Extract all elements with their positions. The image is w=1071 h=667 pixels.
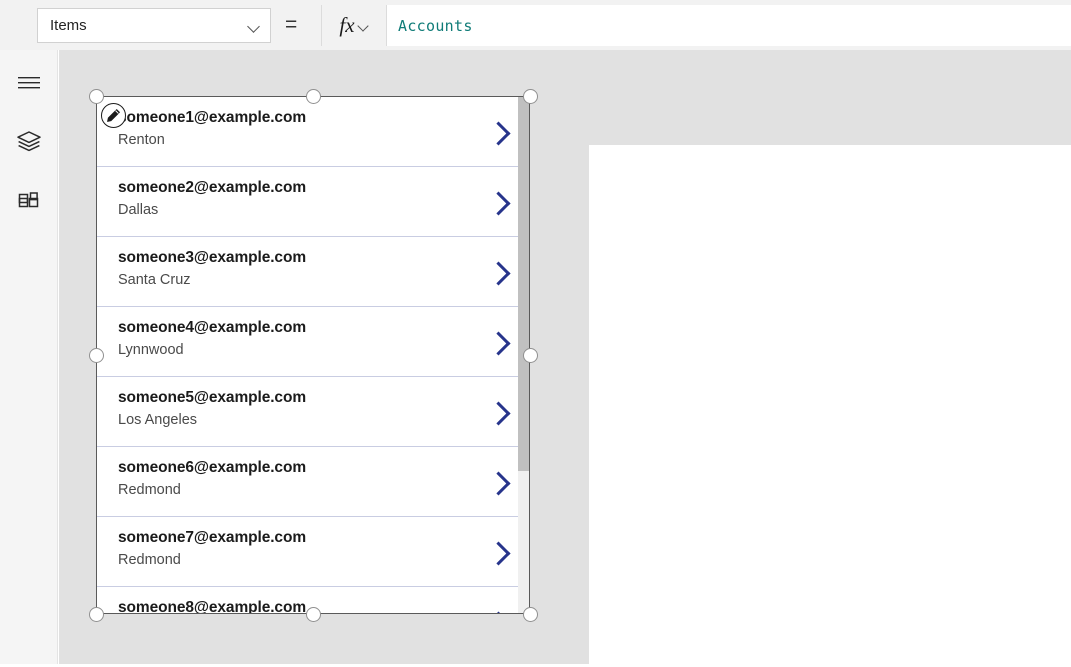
hamburger-menu-icon [17,75,41,91]
resize-handle-top-left[interactable] [89,89,104,104]
gallery-scrollbar-thumb[interactable] [518,97,529,471]
chevron-right-icon[interactable] [490,190,506,216]
tree-view-button[interactable] [11,124,47,160]
gallery-item-subtitle: Redmond [118,552,181,568]
resize-handle-top-right[interactable] [523,89,538,104]
gallery-item-title: someone5@example.com [118,389,306,407]
gallery-item-title: someone1@example.com [118,109,306,127]
gallery-control[interactable]: someone1@example.com Renton someone2@examp… [96,96,530,614]
property-dropdown[interactable]: Items [37,8,271,43]
insert-components-button[interactable] [11,184,47,220]
gallery-item-subtitle: Lynnwood [118,342,184,358]
gallery-item[interactable]: someone6@example.com Redmond [97,447,530,517]
menu-hamburger-button[interactable] [11,65,47,101]
chevron-right-icon[interactable] [490,540,506,566]
formula-value: Accounts [398,17,473,35]
gallery-item-title: someone7@example.com [118,529,306,547]
chevron-right-icon[interactable] [490,120,506,146]
fx-icon: fx [339,15,354,36]
gallery-item-subtitle: Renton [118,132,165,148]
pencil-edit-icon [106,108,121,123]
chevron-right-icon[interactable] [490,260,506,286]
gallery-item-title: someone4@example.com [118,319,306,337]
gallery-item-title: someone8@example.com [118,599,306,614]
gallery-item[interactable]: someone3@example.com Santa Cruz [97,237,530,307]
formula-bar: Items = fx Accounts [0,0,1071,50]
formula-input[interactable]: Accounts [387,5,1071,46]
components-grid-icon [17,190,41,214]
chevron-down-icon [248,20,260,32]
chevron-right-icon[interactable] [490,330,506,356]
gallery-item-subtitle: Los Angeles [118,412,197,428]
chevron-right-icon[interactable] [490,470,506,496]
gallery-item[interactable]: someone7@example.com Redmond [97,517,530,587]
gallery-item-subtitle: Redmond [118,482,181,498]
resize-handle-middle-left[interactable] [89,348,104,363]
chevron-right-icon[interactable] [490,610,506,614]
property-dropdown-label: Items [50,18,248,33]
gallery-item[interactable]: someone1@example.com Renton [97,97,530,167]
gallery-item[interactable]: someone4@example.com Lynnwood [97,307,530,377]
resize-handle-top-center[interactable] [306,89,321,104]
resize-handle-bottom-center[interactable] [306,607,321,622]
gallery-item[interactable]: someone5@example.com Los Angeles [97,377,530,447]
gallery-item[interactable]: someone2@example.com Dallas [97,167,530,237]
gallery-item-list: someone1@example.com Renton someone2@examp… [97,97,530,614]
layers-icon [17,131,41,153]
gallery-item-title: someone3@example.com [118,249,306,267]
resize-handle-bottom-left[interactable] [89,607,104,622]
gallery-item-subtitle: Santa Cruz [118,272,191,288]
resize-handle-bottom-right[interactable] [523,607,538,622]
chevron-down-icon [359,21,369,31]
gallery-item-title: someone2@example.com [118,179,306,197]
gallery-item-subtitle: Dallas [118,202,158,218]
left-rail [0,50,58,664]
resize-handle-middle-right[interactable] [523,348,538,363]
edit-gallery-badge[interactable] [101,103,126,128]
equals-sign: = [285,12,297,38]
app-screen[interactable] [589,145,1071,667]
chevron-right-icon[interactable] [490,400,506,426]
fx-function-button[interactable]: fx [321,5,387,46]
gallery-item-title: someone6@example.com [118,459,306,477]
